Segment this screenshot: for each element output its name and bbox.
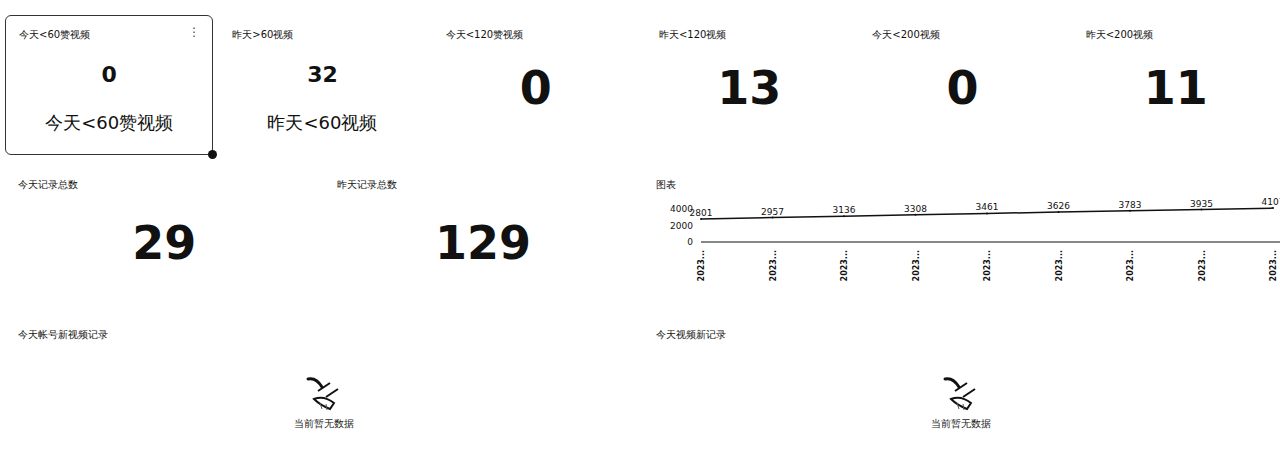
total-value: 129	[435, 215, 531, 271]
card-body: 11	[1086, 42, 1266, 146]
card-value: 0	[946, 60, 978, 116]
card-title: 今天<120赞视频	[446, 28, 626, 42]
y-tick: 2000	[670, 221, 693, 231]
stat-card[interactable]: 昨天>60视频 32 昨天<60视频	[218, 15, 426, 155]
x-axis	[701, 242, 1280, 243]
x-label: 2023...	[1054, 250, 1063, 281]
empty-box-icon	[304, 373, 344, 413]
card-subtitle: 昨天<60视频	[267, 111, 377, 135]
data-point[interactable]	[1129, 210, 1131, 212]
card-body: 32 昨天<60视频	[232, 42, 412, 146]
point-label: 3935	[1190, 199, 1213, 209]
card-title: 昨天>60视频	[232, 28, 412, 42]
data-point[interactable]	[700, 218, 702, 220]
point-label: 3783	[1118, 200, 1141, 210]
y-tick: 0	[687, 237, 693, 247]
data-point[interactable]	[843, 215, 845, 217]
dashboard: 今天<60赞视频⋮0今天<60赞视频昨天>60视频32昨天<60视频今天<120…	[0, 0, 1280, 450]
point-label: 3626	[1047, 201, 1070, 211]
card-value: 13	[717, 60, 781, 116]
point-label: 3308	[904, 204, 927, 214]
x-label: 2023...	[697, 250, 706, 281]
point-label: 2957	[761, 207, 784, 217]
chart-title: 图表	[656, 178, 1268, 192]
card-title: 今天<200视频	[872, 28, 1052, 42]
summary-row: 今天记录总数29昨天记录总数129图表400020000280129573136…	[5, 175, 1280, 300]
list-title: 今天视频新记录	[656, 328, 1268, 342]
total-card[interactable]: 今天记录总数 29	[5, 175, 324, 300]
stat-card[interactable]: 昨天<120视频 13	[645, 15, 853, 155]
x-label: 2023...	[840, 250, 849, 281]
stat-card[interactable]: 昨天<200视频 11	[1072, 15, 1280, 155]
records-row: 今天帐号新视频记录当前暂无数据今天视频新记录当前暂无数据	[5, 325, 1280, 450]
point-label: 3461	[975, 202, 998, 212]
card-title: 昨天<200视频	[1086, 28, 1266, 42]
line-chart: 4000200002801295731363308346136263783393…	[656, 194, 1280, 294]
card-value: 0	[520, 60, 552, 116]
total-body: 29	[18, 192, 311, 300]
card-title: 今天<60赞视频	[19, 28, 199, 42]
x-label: 2023...	[911, 250, 920, 281]
resize-handle[interactable]	[208, 150, 217, 159]
data-point[interactable]	[914, 214, 916, 216]
stat-card-row: 今天<60赞视频⋮0今天<60赞视频昨天>60视频32昨天<60视频今天<120…	[5, 15, 1280, 155]
total-title: 昨天记录总数	[337, 178, 630, 192]
x-label: 2023...	[1126, 250, 1135, 281]
empty-text: 当前暂无数据	[931, 417, 991, 430]
card-title: 昨天<120视频	[659, 28, 839, 42]
data-point[interactable]	[1200, 209, 1202, 211]
list-title: 今天帐号新视频记录	[18, 328, 630, 342]
x-label: 2023...	[1269, 250, 1278, 281]
card-body: 13	[659, 42, 839, 146]
data-point[interactable]	[1057, 211, 1059, 213]
stat-card[interactable]: 今天<200视频 0	[858, 15, 1066, 155]
point-label: 2801	[689, 208, 712, 218]
total-body: 129	[337, 192, 630, 300]
totals-group: 今天记录总数 29 昨天记录总数 129	[5, 175, 643, 300]
data-point[interactable]	[771, 217, 773, 219]
card-body: 0	[446, 42, 626, 146]
card-subtitle: 今天<60赞视频	[45, 111, 173, 135]
card-body: 0	[872, 42, 1052, 146]
empty-text: 当前暂无数据	[294, 417, 354, 430]
x-label: 2023...	[983, 250, 992, 281]
point-label: 3136	[832, 205, 855, 215]
total-card[interactable]: 昨天记录总数 129	[324, 175, 643, 300]
total-value: 29	[132, 215, 196, 271]
data-point[interactable]	[1272, 207, 1274, 209]
empty-state: 当前暂无数据	[18, 342, 630, 450]
total-title: 今天记录总数	[18, 178, 311, 192]
stat-card[interactable]: 今天<60赞视频⋮0今天<60赞视频	[5, 15, 213, 155]
x-label: 2023...	[1197, 250, 1206, 281]
data-point[interactable]	[986, 212, 988, 214]
card-value: 32	[307, 61, 338, 89]
empty-box-icon	[941, 373, 981, 413]
record-list: 今天帐号新视频记录当前暂无数据	[5, 325, 643, 450]
point-label: 4107	[1261, 197, 1280, 207]
x-label: 2023...	[768, 250, 777, 281]
record-list: 今天视频新记录当前暂无数据	[643, 325, 1280, 450]
card-body: 0 今天<60赞视频	[19, 42, 199, 146]
card-value: 0	[102, 61, 117, 89]
stat-card[interactable]: 今天<120赞视频 0	[432, 15, 640, 155]
chart-card[interactable]: 图表40002000028012957313633083461362637833…	[643, 175, 1280, 300]
more-menu-icon[interactable]: ⋮	[188, 25, 200, 39]
card-value: 11	[1144, 60, 1208, 116]
empty-state: 当前暂无数据	[656, 342, 1268, 450]
